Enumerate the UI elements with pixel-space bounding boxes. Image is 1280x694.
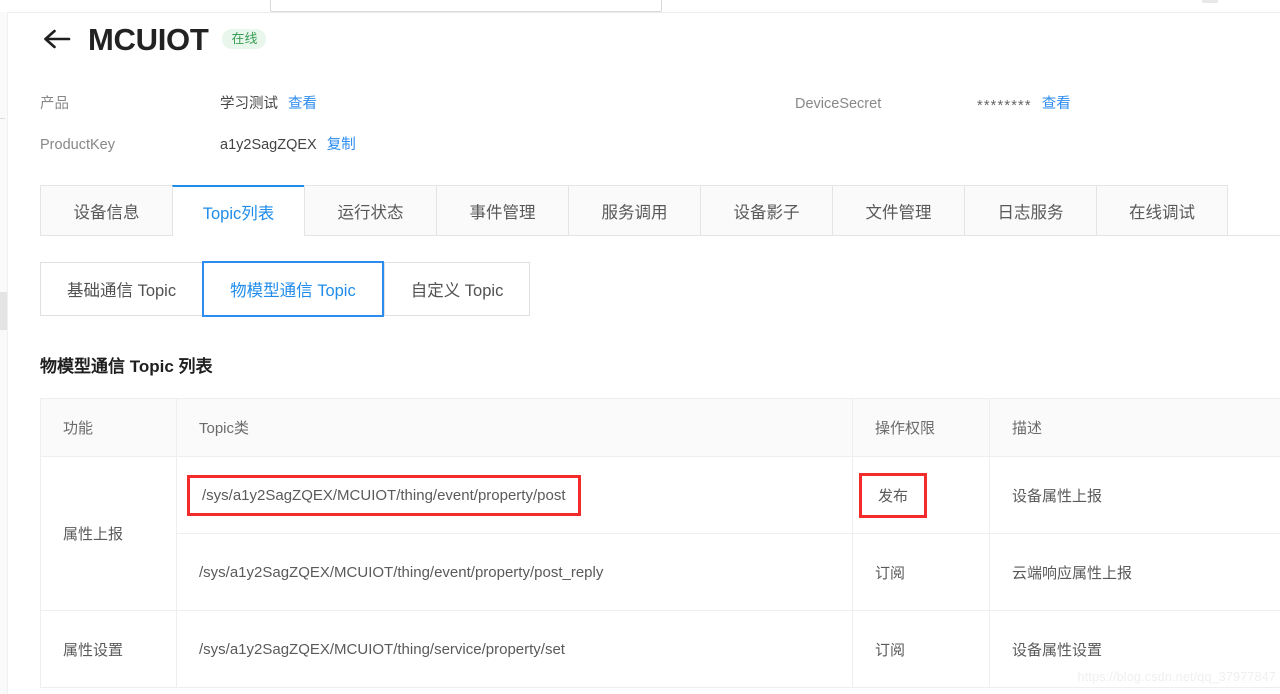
topic-value-highlighted: /sys/a1y2SagZQEX/MCUIOT/thing/event/prop… xyxy=(187,474,581,516)
watermark: https://blog.csdn.net/qq_37977847 xyxy=(1077,670,1276,684)
tab-7[interactable]: 日志服务 xyxy=(964,185,1096,235)
product-view-link[interactable]: 查看 xyxy=(288,92,317,113)
product-label: 产品 xyxy=(40,96,69,112)
status-badge: 在线 xyxy=(222,29,267,49)
left-gutter-scrollbar[interactable] xyxy=(0,292,7,330)
cell-function: 属性上报 xyxy=(40,456,177,611)
back-arrow-icon[interactable] xyxy=(40,22,74,56)
page-title: MCUIOT xyxy=(88,21,209,57)
topic-value: /sys/a1y2SagZQEX/MCUIOT/thing/service/pr… xyxy=(199,640,565,658)
topic-subtab-bar: 基础通信 Topic 物模型通信 Topic 自定义 Topic xyxy=(40,261,531,317)
tab-8[interactable]: 在线调试 xyxy=(1096,185,1228,235)
devicesecret-label: DeviceSecret xyxy=(795,96,882,112)
productkey-copy-link[interactable]: 复制 xyxy=(327,133,356,154)
left-gutter-mark-top xyxy=(0,118,5,119)
cell-description: 云端响应属性上报 xyxy=(989,533,1280,611)
column-header-0: 功能 xyxy=(40,398,177,457)
permission-value: 订阅 xyxy=(875,564,906,582)
subtab-0[interactable]: 基础通信 Topic xyxy=(40,262,203,316)
top-right-control[interactable] xyxy=(1202,0,1218,3)
tab-3[interactable]: 事件管理 xyxy=(436,185,568,235)
table-header-row: 功能 Topic类 操作权限 描述 xyxy=(40,398,1280,457)
column-header-1: Topic类 xyxy=(176,398,853,457)
tab-4[interactable]: 服务调用 xyxy=(568,185,700,235)
subtab-1[interactable]: 物模型通信 Topic xyxy=(202,261,384,317)
topic-table: 功能 Topic类 操作权限 描述 属性上报/sys/a1y2SagZQEX/MCUI… xyxy=(40,398,1280,688)
table-row: /sys/a1y2SagZQEX/MCUIOT/thing/event/prop… xyxy=(41,533,1280,611)
devicesecret-view-link[interactable]: 查看 xyxy=(1042,92,1071,113)
topic-table-wrapper: 功能 Topic类 操作权限 描述 属性上报/sys/a1y2SagZQEX/MCUI… xyxy=(40,398,1280,688)
cell-function: 属性设置 xyxy=(40,610,177,688)
productkey-label: ProductKey xyxy=(40,137,115,153)
cell-permission: 订阅 xyxy=(852,533,990,611)
subtab-2[interactable]: 自定义 Topic xyxy=(383,262,531,316)
topic-table-body: 属性上报/sys/a1y2SagZQEX/MCUIOT/thing/event/… xyxy=(40,456,1280,688)
column-header-3: 描述 xyxy=(989,398,1280,457)
meta-devicesecret: DeviceSecret ******** 查看 xyxy=(795,92,1071,114)
table-row: 属性上报/sys/a1y2SagZQEX/MCUIOT/thing/event/… xyxy=(40,456,1280,611)
column-header-2: 操作权限 xyxy=(852,398,990,457)
page-header: MCUIOT 在线 xyxy=(40,21,267,57)
permission-value-highlighted: 发布 xyxy=(859,472,928,518)
main-tab-bar: 设备信息 Topic列表 运行状态 事件管理 服务调用 设备影子 文件管理 日志服务 在线调试 xyxy=(40,185,1280,236)
left-gutter xyxy=(0,12,8,694)
meta-row-productkey: ProductKey a1y2SagZQEX 复制 xyxy=(40,133,1260,174)
page-root: MCUIOT 在线 产品 学习测试 查看 DeviceSecret ******… xyxy=(0,0,1280,694)
meta-row-product: 产品 学习测试 查看 DeviceSecret ******** 查看 xyxy=(40,92,1260,133)
device-meta: 产品 学习测试 查看 DeviceSecret ******** 查看 Prod… xyxy=(40,92,1260,174)
tab-2[interactable]: 运行状态 xyxy=(304,185,436,235)
permission-value: 订阅 xyxy=(875,641,906,659)
cell-permission: 发布 xyxy=(852,456,990,534)
product-value: 学习测试 xyxy=(220,96,278,112)
section-title: 物模型通信 Topic 列表 xyxy=(40,357,213,376)
cell-topic: /sys/a1y2SagZQEX/MCUIOT/thing/service/pr… xyxy=(176,610,853,688)
tab-6[interactable]: 文件管理 xyxy=(832,185,964,235)
cell-description: 设备属性上报 xyxy=(989,456,1280,534)
meta-productkey: ProductKey a1y2SagZQEX 复制 xyxy=(40,133,795,154)
topic-value: /sys/a1y2SagZQEX/MCUIOT/thing/event/prop… xyxy=(199,563,604,581)
tab-5[interactable]: 设备影子 xyxy=(700,185,832,235)
productkey-value: a1y2SagZQEX xyxy=(220,137,317,153)
cell-topic: /sys/a1y2SagZQEX/MCUIOT/thing/event/prop… xyxy=(176,533,853,611)
topic-table-head: 功能 Topic类 操作权限 描述 xyxy=(40,398,1280,457)
global-search-input[interactable] xyxy=(270,0,662,12)
meta-product: 产品 学习测试 查看 xyxy=(40,92,795,113)
cell-topic: /sys/a1y2SagZQEX/MCUIOT/thing/event/prop… xyxy=(176,456,853,534)
devicesecret-value: ******** xyxy=(977,98,1032,114)
cell-permission: 订阅 xyxy=(852,610,990,688)
tab-0[interactable]: 设备信息 xyxy=(40,185,172,235)
header-divider xyxy=(0,12,1280,13)
tab-1[interactable]: Topic列表 xyxy=(172,185,304,236)
